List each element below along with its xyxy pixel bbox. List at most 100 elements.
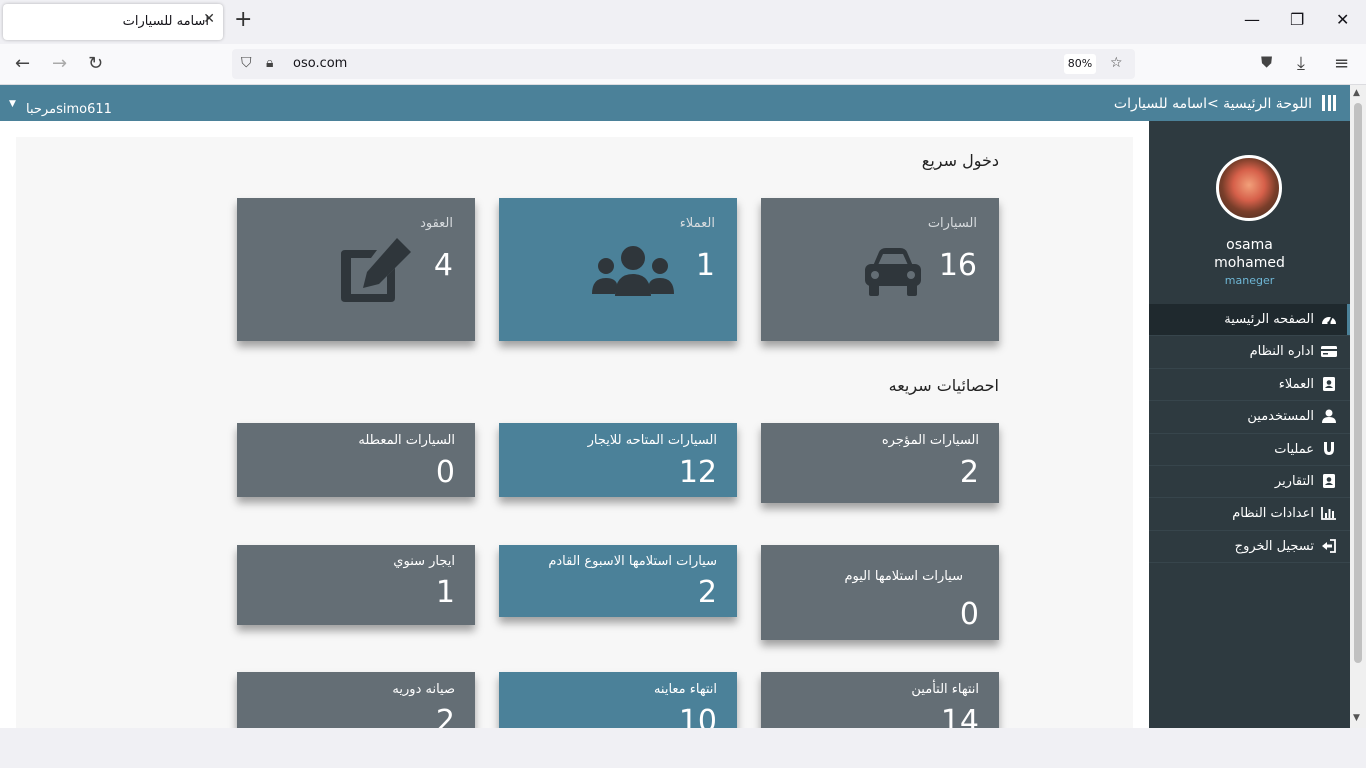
card-label: السيارات المعطله (358, 433, 455, 448)
card-value: 0 (435, 455, 455, 490)
sidebar-item-label: المستخدمين (1247, 409, 1314, 425)
sidebar-item-system-admin[interactable]: اداره النظام (1149, 336, 1350, 369)
sidebar-item-label: اعدادات النظام (1232, 506, 1314, 522)
sidebar-item-logout[interactable]: تسجيل الخروج (1149, 531, 1350, 564)
user-first-name: osama (1226, 237, 1273, 253)
inspection-expiry-card[interactable]: انتهاء معاينه 10 (499, 672, 737, 728)
card-label: السيارات (927, 216, 977, 231)
card-label: انتهاء معاينه (653, 682, 717, 697)
browser-tab-bar: اسامه للسيارات ✕ + — ❐ ✕ (0, 0, 1366, 44)
returns-next-week-card[interactable]: سيارات استلامها الاسبوع القادم 2 (499, 545, 737, 617)
hamburger-menu-icon[interactable]: ≡ (1334, 53, 1349, 74)
forward-icon[interactable]: → (52, 53, 67, 74)
sidebar-item-label: العملاء (1278, 376, 1314, 392)
user-role: maneger (1224, 274, 1275, 287)
back-icon[interactable]: ← (15, 53, 30, 74)
sidebar-item-label: الصفحه الرئيسية (1224, 312, 1314, 327)
rented-cars-card[interactable]: السيارات المؤجره 2 (761, 423, 999, 503)
card-value: 12 (678, 455, 717, 490)
user-last-name: mohamed (1214, 255, 1285, 271)
web-page: اللوحة الرئيسية >اسامه للسيارات ▼ مرحباs… (0, 85, 1350, 728)
card-label: سيارات استلامها اليوم (844, 569, 963, 584)
pocket-icon[interactable]: ⛊ (1261, 53, 1272, 71)
browser-tab[interactable]: اسامه للسيارات ✕ (3, 4, 223, 40)
browser-nav-bar: ← → ↻ ⛉ 🔒︎ oso.com 80% ☆ ⛊ ⤓ ≡ (0, 44, 1366, 85)
logout-icon (1322, 538, 1336, 553)
car-icon (865, 248, 921, 296)
card-label: السيارات المؤجره (881, 433, 979, 448)
sidebar-item-home[interactable]: الصفحه الرئيسية (1149, 304, 1350, 337)
quick-stats-title: احصائيات سريعه (888, 376, 999, 395)
card-value: 4 (433, 248, 453, 283)
app-topbar: اللوحة الرئيسية >اسامه للسيارات ▼ مرحباs… (0, 85, 1350, 121)
annual-rent-card[interactable]: ايجار سنوي 1 (237, 545, 475, 625)
card-value: 1 (435, 575, 455, 610)
insecure-lock-icon[interactable]: 🔒︎ (266, 55, 273, 71)
card-label: ايجار سنوي (393, 554, 455, 569)
close-tab-icon[interactable]: ✕ (203, 11, 215, 27)
user-icon (1322, 409, 1336, 424)
contracts-card[interactable]: العقود 4 (237, 198, 475, 341)
sidebar-menu: الصفحه الرئيسية اداره النظام العملاء الم… (1149, 304, 1350, 564)
insurance-expiry-card[interactable]: انتهاء التأمين 14 (761, 672, 999, 728)
card-value: 14 (940, 704, 979, 728)
close-window-icon[interactable]: ✕ (1336, 10, 1349, 29)
sidebar-item-label: عمليات (1274, 441, 1314, 457)
card-label: سيارات استلامها الاسبوع القادم (548, 554, 717, 569)
sidebar-toggle-icon[interactable] (1322, 95, 1336, 111)
bar-chart-icon (1321, 507, 1336, 521)
card-value: 2 (697, 575, 717, 610)
url-bar[interactable]: ⛉ 🔒︎ oso.com 80% ☆ (232, 49, 1135, 79)
minimize-icon[interactable]: — (1244, 10, 1260, 29)
broken-cars-card[interactable]: السيارات المعطله 0 (237, 423, 475, 497)
dashboard-icon (1322, 316, 1336, 325)
scroll-up-icon[interactable]: ▲ (1353, 88, 1360, 98)
sidebar-item-label: اداره النظام (1249, 344, 1314, 360)
clients-card[interactable]: العملاء 1 (499, 198, 737, 341)
zoom-badge[interactable]: 80% (1064, 54, 1096, 74)
bookmark-star-icon[interactable]: ☆ (1110, 55, 1123, 71)
sidebar-item-users[interactable]: المستخدمين (1149, 401, 1350, 434)
quick-access-title: دخول سريع (921, 151, 999, 170)
users-icon (592, 246, 674, 296)
card-value: 0 (959, 597, 979, 632)
sidebar-item-label: التقارير (1274, 473, 1314, 489)
card-value: 1 (695, 248, 715, 283)
user-greeting[interactable]: مرحباsimo611 (26, 102, 112, 117)
magnet-icon (1324, 441, 1334, 455)
page-scrollbar[interactable]: ▲ ▼ (1350, 85, 1366, 728)
scroll-down-icon[interactable]: ▼ (1353, 713, 1360, 723)
card-label: انتهاء التأمين (911, 682, 979, 697)
avatar[interactable] (1216, 155, 1282, 221)
new-tab-icon[interactable]: + (234, 9, 252, 31)
card-label: السيارات المتاحه للايجار (587, 433, 717, 448)
card-label: العملاء (679, 216, 715, 231)
available-cars-card[interactable]: السيارات المتاحه للايجار 12 (499, 423, 737, 497)
download-icon[interactable]: ⤓ (1297, 53, 1305, 74)
periodic-maintenance-card[interactable]: صيانه دوريه 2 (237, 672, 475, 728)
tab-title: اسامه للسيارات (122, 14, 209, 29)
dashboard-content: دخول سريع السيارات 16 العملاء 1 العقود 4… (16, 137, 1133, 728)
card-value: 2 (435, 704, 455, 728)
sidebar-item-reports[interactable]: التقارير (1149, 466, 1350, 499)
sidebar-item-operations[interactable]: عمليات (1149, 434, 1350, 466)
user-name: osama mohamed (1149, 236, 1350, 272)
chevron-down-icon[interactable]: ▼ (9, 99, 16, 109)
breadcrumb[interactable]: اللوحة الرئيسية >اسامه للسيارات (1114, 96, 1312, 112)
url-text[interactable]: oso.com (293, 56, 347, 71)
contact-icon (1323, 473, 1335, 488)
card-label: صيانه دوريه (392, 682, 455, 697)
card-value: 10 (678, 704, 717, 728)
sidebar-item-clients[interactable]: العملاء (1149, 369, 1350, 402)
restore-icon[interactable]: ❐ (1290, 10, 1304, 29)
scroll-thumb[interactable] (1354, 103, 1362, 663)
returns-today-card[interactable]: سيارات استلامها اليوم 0 (761, 545, 999, 640)
reload-icon[interactable]: ↻ (88, 53, 103, 74)
card-value: 2 (959, 455, 979, 490)
shield-icon[interactable]: ⛉ (241, 55, 252, 71)
sidebar-item-settings[interactable]: اعدادات النظام (1149, 498, 1350, 531)
card-value: 16 (938, 248, 977, 283)
card-label: العقود (420, 216, 453, 231)
cars-card[interactable]: السيارات 16 (761, 198, 999, 341)
sidebar-item-label: تسجيل الخروج (1234, 538, 1314, 554)
